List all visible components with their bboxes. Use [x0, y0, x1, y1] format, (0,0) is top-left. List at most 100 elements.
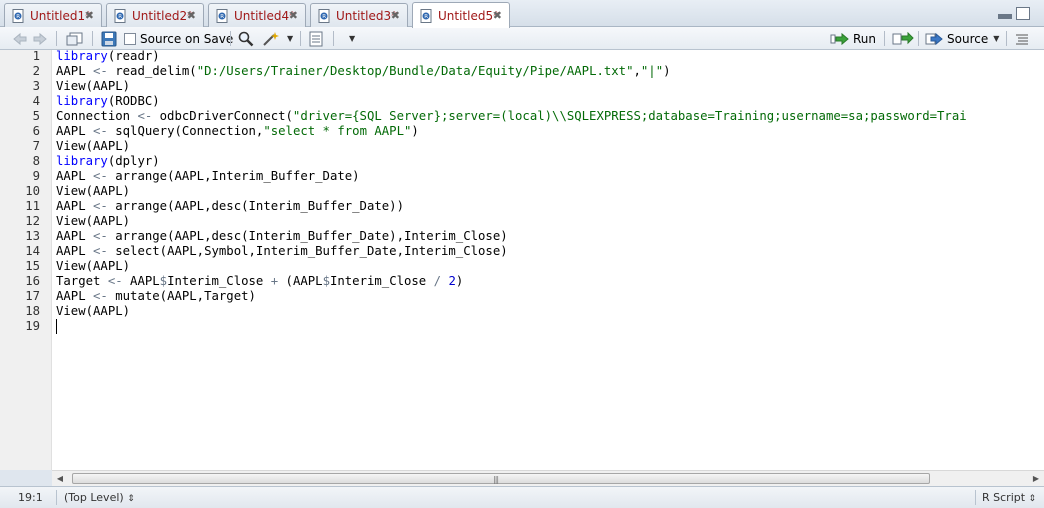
- code-editor[interactable]: 1 library(readr) 2 AAPL <- read_delim("D:/U…: [0, 49, 1044, 470]
- code-line[interactable]: 10 View(AAPL): [0, 184, 1044, 199]
- code-text: View(AAPL): [56, 304, 131, 318]
- find-replace-button[interactable]: [238, 29, 254, 48]
- code-line[interactable]: 11 AAPL <- arrange(AAPL,desc(Interim_Buff…: [0, 199, 1044, 214]
- run-button[interactable]: Run: [830, 29, 876, 48]
- source-on-save-toggle[interactable]: Source on Save: [124, 29, 233, 48]
- outline-lines-icon: [1016, 34, 1028, 44]
- line-number: 1: [32, 49, 40, 63]
- horizontal-scrollbar[interactable]: ◀ ||| ▶: [52, 470, 1044, 486]
- save-button[interactable]: [101, 29, 117, 48]
- scrollbar-thumb[interactable]: |||: [72, 473, 930, 484]
- code-line[interactable]: 15 View(AAPL): [0, 259, 1044, 274]
- up-down-chevron-icon: ⇕: [1028, 494, 1037, 504]
- close-icon[interactable]: ✖: [289, 9, 298, 22]
- code-line[interactable]: 1 library(readr): [0, 49, 1044, 64]
- code-text: library(RODBC): [56, 94, 160, 108]
- code-text: library(dplyr): [56, 154, 160, 168]
- rerun-button[interactable]: [892, 29, 914, 48]
- code-tools-button[interactable]: ▼: [262, 29, 293, 48]
- source-arrow-icon: [925, 32, 943, 45]
- code-line[interactable]: 18 View(AAPL): [0, 304, 1044, 319]
- r-document-icon: R: [11, 8, 25, 23]
- more-options-button[interactable]: ▼: [344, 29, 355, 48]
- code-text: Connection <- odbcDriverConnect("driver=…: [56, 109, 967, 123]
- line-number: 8: [32, 154, 40, 168]
- close-icon[interactable]: ✖: [493, 9, 502, 22]
- line-number: 19: [25, 319, 40, 333]
- scroll-right-arrow-icon[interactable]: ▶: [1028, 471, 1044, 486]
- code-line[interactable]: 7 View(AAPL): [0, 139, 1044, 154]
- compile-report-button[interactable]: [308, 29, 324, 48]
- arrow-left-icon: [13, 32, 27, 45]
- code-line[interactable]: 19: [0, 319, 1044, 334]
- code-text: AAPL <- arrange(AAPL,Interim_Buffer_Date…: [56, 169, 360, 183]
- code-line[interactable]: 4 library(RODBC): [0, 94, 1044, 109]
- code-line[interactable]: 14 AAPL <- select(AAPL,Symbol,Interim_Buf…: [0, 244, 1044, 259]
- show-in-window-button[interactable]: [66, 29, 84, 48]
- source-on-save-checkbox[interactable]: [124, 32, 136, 45]
- code-text: AAPL <- read_delim("D:/Users/Trainer/Des…: [56, 64, 671, 78]
- back-button[interactable]: [12, 29, 28, 48]
- close-icon[interactable]: ✖: [391, 9, 400, 22]
- code-line[interactable]: 5 Connection <- odbcDriverConnect("driver…: [0, 109, 1044, 124]
- code-text: View(AAPL): [56, 139, 131, 153]
- rerun-arrows-icon: [892, 31, 914, 44]
- code-text: View(AAPL): [56, 79, 131, 93]
- save-icon: [101, 31, 117, 46]
- code-text: View(AAPL): [56, 259, 131, 273]
- code-line[interactable]: 12 View(AAPL): [0, 214, 1044, 229]
- editor-toolbar: Source on Save ▼ ▼ Run Source ▼: [0, 27, 1044, 50]
- code-line[interactable]: 2 AAPL <- read_delim("D:/Users/Trainer/De…: [0, 64, 1044, 79]
- scroll-left-arrow-icon[interactable]: ◀: [52, 471, 68, 486]
- search-icon: [238, 31, 254, 46]
- source-button[interactable]: Source ▼: [925, 29, 999, 48]
- line-number: 14: [25, 244, 40, 258]
- close-icon[interactable]: ✖: [85, 9, 94, 22]
- line-number: 4: [32, 94, 40, 108]
- document-lines-icon: [309, 31, 323, 46]
- tab-untitled-2[interactable]: R Untitled2* ✖: [106, 3, 204, 27]
- code-line[interactable]: 17 AAPL <- mutate(AAPL,Target): [0, 289, 1044, 304]
- code-text: AAPL <- select(AAPL,Symbol,Interim_Buffe…: [56, 244, 508, 258]
- document-outline-button[interactable]: [1014, 29, 1030, 48]
- maximize-pane-button[interactable]: [1016, 7, 1030, 20]
- scope-selector[interactable]: (Top Level) ⇕: [64, 491, 135, 504]
- code-line[interactable]: 16 Target <- AAPL$Interim_Close + (AAPL$I…: [0, 274, 1044, 289]
- line-number: 9: [32, 169, 40, 183]
- code-lines[interactable]: 1 library(readr) 2 AAPL <- read_delim("D:/U…: [0, 49, 1044, 334]
- tab-untitled-5[interactable]: R Untitled5* ✖: [412, 2, 510, 28]
- code-text: AAPL <- sqlQuery(Connection,"select * fr…: [56, 124, 419, 138]
- cursor-position: 19:1: [18, 491, 43, 504]
- line-number: 15: [25, 259, 40, 273]
- code-line[interactable]: 8 library(dplyr): [0, 154, 1044, 169]
- line-number: 17: [25, 289, 40, 303]
- code-text: View(AAPL): [56, 214, 131, 228]
- code-line[interactable]: 13 AAPL <- arrange(AAPL,desc(Interim_Buff…: [0, 229, 1044, 244]
- text-cursor: [56, 319, 57, 334]
- svg-text:R: R: [118, 14, 122, 20]
- forward-button[interactable]: [32, 29, 48, 48]
- tab-untitled-1[interactable]: R Untitled1* ✖: [4, 3, 102, 27]
- line-number: 11: [25, 199, 40, 213]
- run-arrow-icon: [830, 32, 849, 45]
- minimize-pane-button[interactable]: [998, 14, 1012, 19]
- chevron-down-icon: ▼: [287, 34, 294, 43]
- code-line[interactable]: 9 AAPL <- arrange(AAPL,Interim_Buffer_Dat…: [0, 169, 1044, 184]
- code-line[interactable]: 6 AAPL <- sqlQuery(Connection,"select * f…: [0, 124, 1044, 139]
- line-number: 7: [32, 139, 40, 153]
- code-text: library(readr): [56, 49, 160, 63]
- svg-text:R: R: [424, 14, 428, 20]
- line-number: 18: [25, 304, 40, 318]
- line-number: 5: [32, 109, 40, 123]
- close-icon[interactable]: ✖: [187, 9, 196, 22]
- line-number: 16: [25, 274, 40, 288]
- line-number: 3: [32, 79, 40, 93]
- file-type-selector[interactable]: R Script ⇕: [982, 491, 1036, 504]
- code-line[interactable]: 3 View(AAPL): [0, 79, 1044, 94]
- line-number: 6: [32, 124, 40, 138]
- tab-untitled-4[interactable]: R Untitled3* ✖: [310, 3, 408, 27]
- tab-untitled-3[interactable]: R Untitled4* ✖: [208, 3, 306, 27]
- r-document-icon: R: [113, 8, 127, 23]
- r-document-icon: R: [215, 8, 229, 23]
- chevron-down-icon[interactable]: ▼: [993, 34, 999, 43]
